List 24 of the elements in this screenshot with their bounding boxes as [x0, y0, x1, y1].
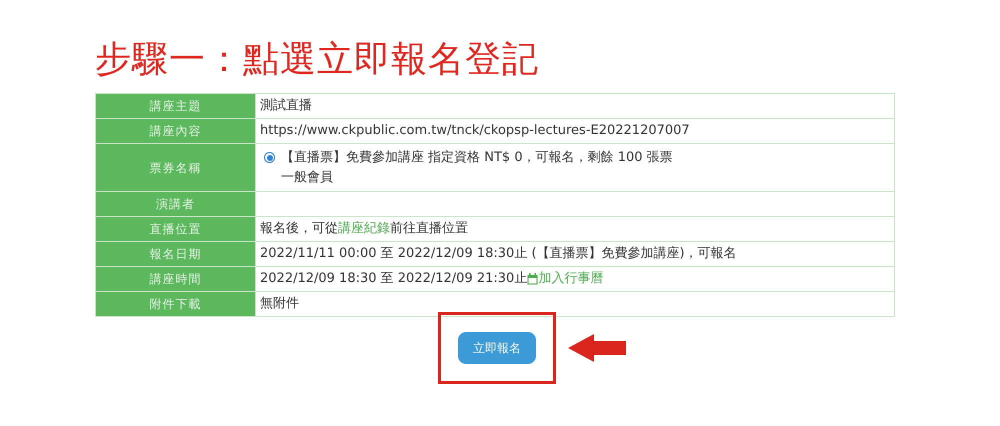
radio-button[interactable] — [264, 152, 275, 164]
row-value: 2022/12/09 18:30 至 2022/12/09 21:30止 — [260, 270, 528, 288]
page-heading: 步驟一：點選立即報名登記 — [95, 38, 540, 82]
row-value: 前往直播位置 — [390, 220, 468, 238]
row-label: 附件下載 — [96, 292, 256, 316]
calendar-link[interactable]: 加入行事曆 — [527, 269, 604, 289]
row-label: 票券名稱 — [96, 144, 256, 192]
row-label: 報名日期 — [96, 242, 256, 266]
calendar-icon — [527, 273, 538, 285]
row-label: 講座時間 — [96, 266, 256, 292]
ticket-option-label: 【直播票】免費參加講座 指定資格 NT$ 0，可報名，剩餘 100 張票 — [281, 149, 673, 167]
row-value: 無附件 — [256, 292, 894, 316]
row-value: 報名後，可從 — [260, 220, 338, 238]
register-button[interactable]: 立即報名 — [458, 332, 536, 364]
ticket-option-note: 一般會員 — [281, 170, 333, 184]
record-link[interactable]: 講座紀錄 — [338, 219, 390, 239]
row-value: https://www.ckpublic.com.tw/tnck/ckopsp-lectures-E20221207007 — [256, 118, 894, 144]
row-label: 直播位置 — [96, 216, 256, 242]
row-label: 講座主題 — [96, 94, 256, 118]
arrow-icon — [568, 334, 626, 362]
row-value: 測試直播 — [256, 94, 894, 118]
row-value: 2022/11/11 00:00 至 2022/12/09 18:30止 (【直播票】免費參加講座)，可報名 — [256, 242, 894, 266]
row-label: 演講者 — [96, 192, 256, 216]
row-label: 講座內容 — [96, 118, 256, 144]
